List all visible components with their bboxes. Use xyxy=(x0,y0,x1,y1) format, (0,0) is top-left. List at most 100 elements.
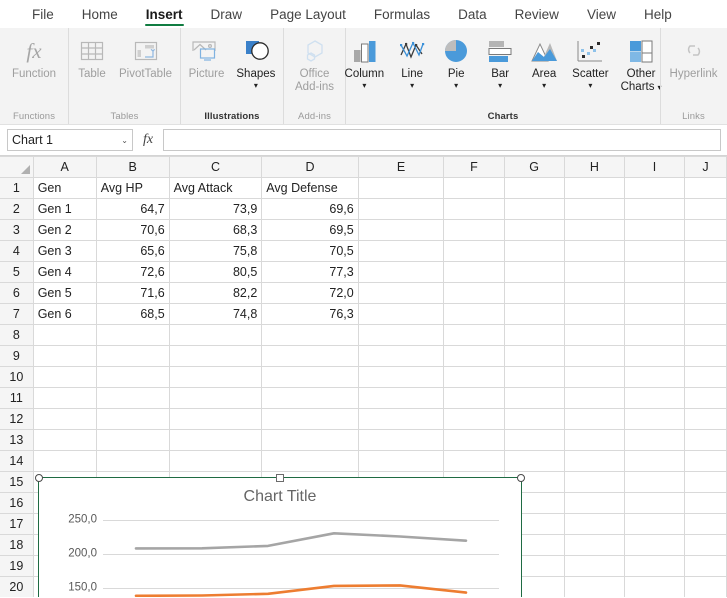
cell-h14[interactable] xyxy=(564,451,624,472)
cell-j11[interactable] xyxy=(685,388,727,409)
cell-i3[interactable] xyxy=(624,220,684,241)
cell-d10[interactable] xyxy=(262,367,358,388)
tab-help[interactable]: Help xyxy=(630,0,686,28)
cell-g14[interactable] xyxy=(504,451,564,472)
column-header-g[interactable]: G xyxy=(504,157,564,178)
cell-h2[interactable] xyxy=(564,199,624,220)
row-header[interactable]: 15 xyxy=(0,472,33,493)
cell-e11[interactable] xyxy=(358,388,444,409)
cell-j13[interactable] xyxy=(685,430,727,451)
cell-h10[interactable] xyxy=(564,367,624,388)
column-header-c[interactable]: C xyxy=(169,157,262,178)
cell-a11[interactable] xyxy=(33,388,96,409)
cell-j6[interactable] xyxy=(685,283,727,304)
cell-i16[interactable] xyxy=(624,493,684,514)
cell-f10[interactable] xyxy=(444,367,504,388)
cell-h16[interactable] xyxy=(564,493,624,514)
cell-e2[interactable] xyxy=(358,199,444,220)
row-header[interactable]: 18 xyxy=(0,535,33,556)
cell-e6[interactable] xyxy=(358,283,444,304)
cell-j18[interactable] xyxy=(685,535,727,556)
tab-page-layout[interactable]: Page Layout xyxy=(256,0,360,28)
cell-j12[interactable] xyxy=(685,409,727,430)
column-header-e[interactable]: E xyxy=(358,157,444,178)
cell-c8[interactable] xyxy=(169,325,262,346)
row-header[interactable]: 8 xyxy=(0,325,33,346)
cell-d5[interactable]: 77,3 xyxy=(262,262,358,283)
cell-h17[interactable] xyxy=(564,514,624,535)
cell-c14[interactable] xyxy=(169,451,262,472)
cell-d1[interactable]: Avg Defense xyxy=(262,178,358,199)
cell-j5[interactable] xyxy=(685,262,727,283)
chevron-down-icon[interactable]: ▾ xyxy=(254,82,258,90)
cell-i17[interactable] xyxy=(624,514,684,535)
cell-a12[interactable] xyxy=(33,409,96,430)
cell-c2[interactable]: 73,9 xyxy=(169,199,262,220)
cell-h19[interactable] xyxy=(564,556,624,577)
cell-h1[interactable] xyxy=(564,178,624,199)
cell-b12[interactable] xyxy=(96,409,169,430)
cell-f5[interactable] xyxy=(444,262,504,283)
chart-title[interactable]: Chart Title xyxy=(39,488,521,506)
cell-f6[interactable] xyxy=(444,283,504,304)
resize-handle-top-left[interactable] xyxy=(35,474,43,482)
cell-j4[interactable] xyxy=(685,241,727,262)
cell-j7[interactable] xyxy=(685,304,727,325)
row-header[interactable]: 12 xyxy=(0,409,33,430)
cell-f3[interactable] xyxy=(444,220,504,241)
cell-e9[interactable] xyxy=(358,346,444,367)
cell-h4[interactable] xyxy=(564,241,624,262)
cell-i4[interactable] xyxy=(624,241,684,262)
cell-i8[interactable] xyxy=(624,325,684,346)
cell-i19[interactable] xyxy=(624,556,684,577)
cell-i14[interactable] xyxy=(624,451,684,472)
tab-draw[interactable]: Draw xyxy=(197,0,257,28)
tab-home[interactable]: Home xyxy=(68,0,132,28)
cell-d11[interactable] xyxy=(262,388,358,409)
cell-e8[interactable] xyxy=(358,325,444,346)
cell-g6[interactable] xyxy=(504,283,564,304)
row-header[interactable]: 16 xyxy=(0,493,33,514)
cell-i1[interactable] xyxy=(624,178,684,199)
row-header[interactable]: 20 xyxy=(0,577,33,598)
cell-i10[interactable] xyxy=(624,367,684,388)
cell-g8[interactable] xyxy=(504,325,564,346)
cell-j1[interactable] xyxy=(685,178,727,199)
row-header[interactable]: 3 xyxy=(0,220,33,241)
cell-a2[interactable]: Gen 1 xyxy=(33,199,96,220)
column-header-a[interactable]: A xyxy=(33,157,96,178)
cell-g3[interactable] xyxy=(504,220,564,241)
cell-h13[interactable] xyxy=(564,430,624,451)
cell-d6[interactable]: 72,0 xyxy=(262,283,358,304)
cell-i20[interactable] xyxy=(624,577,684,598)
cell-c3[interactable]: 68,3 xyxy=(169,220,262,241)
cell-g4[interactable] xyxy=(504,241,564,262)
name-box[interactable]: Chart 1 ⌄ xyxy=(7,129,133,151)
row-header[interactable]: 1 xyxy=(0,178,33,199)
cell-g10[interactable] xyxy=(504,367,564,388)
column-header-f[interactable]: F xyxy=(444,157,504,178)
cell-h20[interactable] xyxy=(564,577,624,598)
chart-object[interactable]: Chart Title 0,050,0100,0150,0200,0250,0 … xyxy=(38,477,522,597)
line-chart-button[interactable]: Line ▾ xyxy=(390,32,434,90)
cell-f9[interactable] xyxy=(444,346,504,367)
cell-c1[interactable]: Avg Attack xyxy=(169,178,262,199)
table-button[interactable]: Table xyxy=(71,32,113,81)
row-header[interactable]: 9 xyxy=(0,346,33,367)
chevron-down-icon[interactable]: ▾ xyxy=(588,82,592,90)
resize-handle-top-right[interactable] xyxy=(517,474,525,482)
cell-i6[interactable] xyxy=(624,283,684,304)
cell-b13[interactable] xyxy=(96,430,169,451)
cell-d2[interactable]: 69,6 xyxy=(262,199,358,220)
row-header[interactable]: 19 xyxy=(0,556,33,577)
function-button[interactable]: fx Function xyxy=(6,32,62,81)
cell-e12[interactable] xyxy=(358,409,444,430)
cell-g13[interactable] xyxy=(504,430,564,451)
cell-a5[interactable]: Gen 4 xyxy=(33,262,96,283)
cell-c13[interactable] xyxy=(169,430,262,451)
hyperlink-button[interactable]: Hyperlink xyxy=(664,32,724,81)
cell-d14[interactable] xyxy=(262,451,358,472)
column-header-d[interactable]: D xyxy=(262,157,358,178)
cell-d8[interactable] xyxy=(262,325,358,346)
cell-b11[interactable] xyxy=(96,388,169,409)
